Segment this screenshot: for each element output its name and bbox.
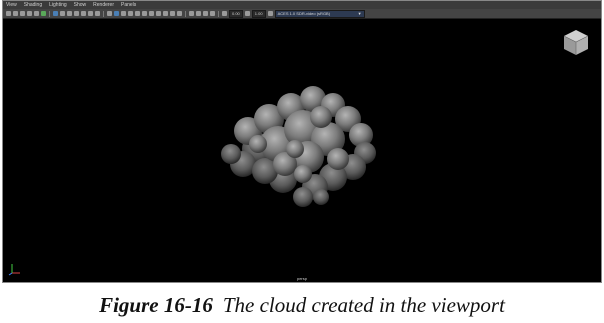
toolbar-divider [185,10,186,17]
exposure-field[interactable]: 0.00 [229,9,243,18]
shadows-icon[interactable] [149,11,154,16]
view-transform-label: ACES 1.0 SDR-video (sRGB) [277,10,331,16]
two-d-pan-icon[interactable] [34,11,39,16]
menu-panels[interactable]: Panels [121,1,136,9]
figure-caption-text: The cloud created in the viewport [222,293,505,317]
isolate-select-icon[interactable] [189,11,194,16]
menu-show[interactable]: Show [74,1,87,9]
exposure-icon[interactable] [222,11,227,16]
axis-indicator-icon [8,264,20,276]
bookmark-icon[interactable] [20,11,25,16]
figure-caption: Figure 16-16 The cloud created in the vie… [0,293,604,318]
resolution-gate-icon[interactable] [67,11,72,16]
field-chart-icon[interactable] [81,11,86,16]
color-management-icon[interactable] [267,11,273,16]
default-material-icon[interactable] [121,11,126,16]
figure-number: Figure 16-16 [99,293,213,317]
film-gate-icon[interactable] [60,11,65,16]
xray-active-icon[interactable] [203,11,208,16]
menu-view[interactable]: View [6,1,17,9]
image-plane-icon[interactable] [27,11,32,16]
maya-viewport-panel: View Shading Lighting Show Renderer Pane… [2,0,602,283]
panel-toolbar: 0.00 1.00 ACES 1.0 SDR-video (sRGB) ▼ [3,9,601,19]
view-transform-dropdown[interactable]: ACES 1.0 SDR-video (sRGB) ▼ [274,9,365,18]
gamma-icon[interactable] [244,11,250,16]
menu-shading[interactable]: Shading [24,1,42,9]
ambient-occlusion-icon[interactable] [156,11,161,16]
xray-joints-icon[interactable] [210,11,215,16]
gate-mask-icon[interactable] [74,11,79,16]
safe-title-icon[interactable] [95,11,100,16]
3d-viewport[interactable]: persp [3,19,601,282]
cloud-object [221,86,376,207]
grid-toggle-icon[interactable] [53,11,58,16]
gamma-field[interactable]: 1.00 [251,9,266,18]
xray-icon[interactable] [196,11,201,16]
view-cube-icon[interactable] [561,27,591,57]
camera-name-label: persp [296,276,307,281]
panel-menu-bar: View Shading Lighting Show Renderer Pane… [3,1,601,9]
select-camera-icon[interactable] [6,11,11,16]
toolbar-divider [49,10,50,17]
grease-pencil-icon[interactable] [41,11,46,16]
wireframe-icon[interactable] [107,11,112,16]
camera-attributes-icon[interactable] [13,11,18,16]
safe-action-icon[interactable] [88,11,93,16]
smooth-shade-icon[interactable] [114,11,119,16]
use-lights-icon[interactable] [142,11,147,16]
menu-lighting[interactable]: Lighting [49,1,67,9]
motion-blur-icon[interactable] [163,11,168,16]
wireframe-on-shaded-icon[interactable] [128,11,133,16]
toolbar-divider [218,10,219,17]
menu-renderer[interactable]: Renderer [93,1,114,9]
chevron-down-icon: ▼ [357,10,362,16]
depth-of-field-icon[interactable] [177,11,182,16]
toolbar-divider [103,10,104,17]
anti-aliasing-icon[interactable] [170,11,175,16]
textured-icon[interactable] [135,11,140,16]
